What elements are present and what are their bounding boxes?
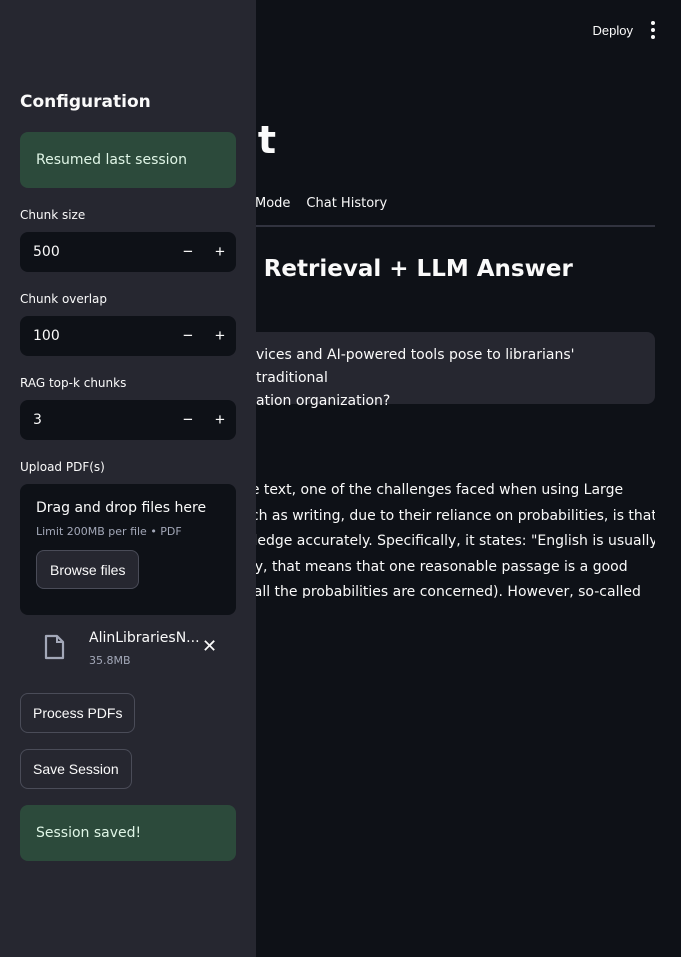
dropzone-limit: Limit 200MB per file • PDF [36,525,182,538]
increment-button[interactable]: + [204,400,236,440]
uploaded-file: AlinLibrariesN... 35.8MB ✕ [40,628,230,672]
tab-mode[interactable]: Mode [255,196,290,211]
decrement-button[interactable]: − [172,316,204,356]
chunk-overlap-label: Chunk overlap [20,292,108,306]
tab-chat-history[interactable]: Chat History [306,196,387,211]
file-size: 35.8MB [89,654,131,667]
question-line: vices and AI-powered tools pose to libra… [256,347,575,386]
session-saved-alert: Session saved! [20,805,236,861]
chunk-overlap-stepper: 100 − + [20,316,236,356]
sidebar: Configuration Resumed last session Chunk… [0,0,256,957]
chunk-size-input[interactable]: 500 [20,244,172,260]
file-dropzone[interactable]: Drag and drop files here Limit 200MB per… [20,484,236,615]
file-icon [44,634,65,660]
chunk-overlap-input[interactable]: 100 [20,328,172,344]
increment-button[interactable]: + [204,232,236,272]
top-k-stepper: 3 − + [20,400,236,440]
section-title: F Retrieval + LLM Answer [240,256,573,282]
kebab-menu-icon[interactable] [651,21,655,39]
remove-file-icon[interactable]: ✕ [202,636,217,657]
question-line: ation organization? [256,393,391,409]
top-k-input[interactable]: 3 [20,412,172,428]
resumed-alert: Resumed last session [20,132,236,188]
tab-divider [256,225,655,227]
decrement-button[interactable]: − [172,400,204,440]
top-toolbar: Deploy [593,0,681,60]
dropzone-text: Drag and drop files here [36,500,207,516]
sidebar-title: Configuration [20,92,151,112]
decrement-button[interactable]: − [172,232,204,272]
chunk-size-stepper: 500 − + [20,232,236,272]
browse-files-button[interactable]: Browse files [36,550,140,589]
save-session-button[interactable]: Save Session [20,749,132,789]
upload-label: Upload PDF(s) [20,460,105,474]
tab-bar: Mode Chat History [255,196,387,211]
top-k-label: RAG top-k chunks [20,376,127,390]
file-name: AlinLibrariesN... [89,630,200,646]
chunk-size-label: Chunk size [20,208,86,222]
deploy-button[interactable]: Deploy [593,23,633,38]
question-textarea[interactable]: vices and AI-powered tools pose to libra… [200,332,655,409]
process-pdfs-button[interactable]: Process PDFs [20,693,136,733]
increment-button[interactable]: + [204,316,236,356]
